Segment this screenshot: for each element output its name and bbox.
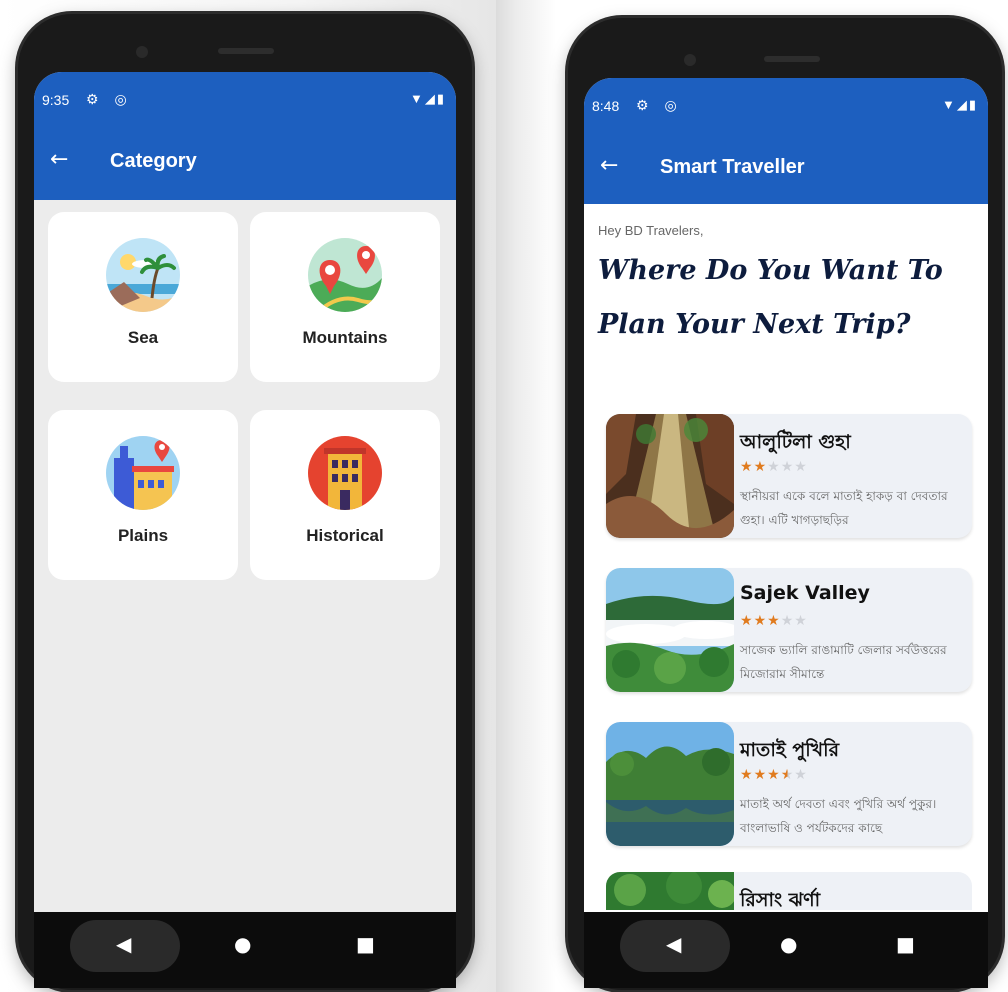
speaker [764, 56, 820, 62]
star-empty-icon: ★ [780, 613, 795, 629]
building-icon [308, 436, 382, 510]
place-description: মাতাই অর্থ দেবতা এবং পুখিরি অর্থ পুকুর। … [740, 797, 937, 835]
app-bar: ← Category [34, 124, 456, 200]
nav-home-icon[interactable]: ● [234, 934, 251, 954]
star-icon: ★ [767, 767, 781, 783]
category-label: Mountains [302, 328, 388, 347]
page-title: Category [110, 150, 197, 172]
category-card-plains[interactable]: Plains [48, 410, 238, 580]
place-name: আলুটিলা গুহা [740, 431, 851, 453]
nav-home-icon[interactable]: ● [780, 934, 797, 954]
place-card[interactable]: রিসাং ঝর্ণা [606, 872, 972, 910]
camera [136, 46, 148, 58]
place-card[interactable]: আলুটিলা গুহা ★★★★★ স্থানীয়রা একে বলে মা… [606, 414, 972, 538]
place-name: রিসাং ঝর্ণা [740, 889, 821, 910]
place-name: মাতাই পুখিরি [740, 739, 840, 761]
status-bar: 9:35 ⚙ ◎ ▼◢▮ [34, 72, 456, 124]
place-description: স্থানীয়রা একে বলে মাতাই হাকড় বা দেবতার… [740, 489, 948, 527]
status-left-icons: ⚙ ◎ [86, 91, 133, 107]
star-empty-icon: ★ [794, 613, 808, 629]
status-bar: 8:48 ⚙ ◎ ▼◢▮ [584, 78, 988, 130]
back-arrow-icon[interactable]: ← [600, 154, 618, 178]
category-label: Historical [306, 526, 384, 545]
star-icon: ★ [740, 613, 754, 629]
category-card-mountains[interactable]: Mountains [250, 212, 440, 382]
lake-image [606, 722, 734, 846]
city-icon [106, 436, 180, 510]
camera [684, 54, 696, 66]
back-arrow-icon[interactable]: ← [50, 148, 68, 172]
star-icon: ★ [753, 767, 768, 783]
place-card[interactable]: মাতাই পুখিরি ★★★★★ মাতাই অর্থ দেবতা এবং … [606, 722, 972, 846]
star-empty-icon: ★ [794, 767, 808, 783]
status-left-icons: ⚙ ◎ [636, 97, 683, 113]
map-pin-icon [308, 238, 382, 312]
star-empty-icon: ★ [767, 459, 781, 475]
star-icon: ★ [740, 459, 754, 475]
greeting-text: Hey BD Travelers, [598, 223, 704, 238]
nav-recent-icon[interactable]: ■ [356, 934, 375, 954]
status-right-icons: ▼◢▮ [409, 91, 446, 106]
category-card-sea[interactable]: Sea [48, 212, 238, 382]
page-title: Smart Traveller [660, 156, 805, 178]
star-empty-icon: ★ [780, 459, 795, 475]
headline: Where Do You Want To Plan Your Next Trip… [598, 255, 943, 340]
rating-stars: ★★★★★ [740, 613, 808, 629]
nav-recent-icon[interactable]: ■ [896, 934, 915, 954]
category-card-historical[interactable]: Historical [250, 410, 440, 580]
nav-back-icon[interactable]: ◀ [666, 934, 681, 954]
home-content: Hey BD Travelers, Where Do You Want To P… [584, 204, 988, 912]
left-screen: 9:35 ⚙ ◎ ▼◢▮ ← Category Sea Mountains Pl… [34, 72, 456, 988]
category-label: Plains [117, 526, 169, 545]
star-icon: ★ [740, 767, 754, 783]
cave-image [606, 414, 734, 538]
rating-stars: ★★★★★ [740, 459, 808, 475]
place-description: সাজেক ভ্যালি রাঙামাটি জেলার সর্বউত্তরের … [740, 643, 947, 681]
rating-stars: ★★★★★ [740, 767, 808, 783]
beach-icon [106, 238, 180, 312]
place-name: Sajek Valley [740, 582, 870, 604]
right-screen: 8:48 ⚙ ◎ ▼◢▮ ← Smart Traveller Hey BD Tr… [584, 78, 988, 988]
star-half-icon: ★ [780, 767, 795, 783]
star-empty-icon: ★ [794, 459, 808, 475]
valley-image [606, 568, 734, 692]
speaker [218, 48, 274, 54]
place-card[interactable]: Sajek Valley ★★★★★ সাজেক ভ্যালি রাঙামাটি… [606, 568, 972, 692]
left-phone: 9:35 ⚙ ◎ ▼◢▮ ← Category Sea Mountains Pl… [18, 14, 472, 990]
star-icon: ★ [753, 459, 768, 475]
star-icon: ★ [767, 613, 781, 629]
nav-back-icon[interactable]: ◀ [116, 934, 131, 954]
status-time: 8:48 [592, 98, 620, 114]
right-phone: 8:48 ⚙ ◎ ▼◢▮ ← Smart Traveller Hey BD Tr… [568, 18, 1002, 990]
category-label: Sea [127, 328, 159, 347]
app-bar: ← Smart Traveller [584, 130, 988, 204]
navigation-bar: ◀ ● ■ [34, 912, 456, 988]
status-right-icons: ▼◢▮ [941, 97, 978, 112]
navigation-bar: ◀ ● ■ [584, 912, 988, 988]
status-time: 9:35 [42, 92, 70, 108]
star-icon: ★ [753, 613, 768, 629]
